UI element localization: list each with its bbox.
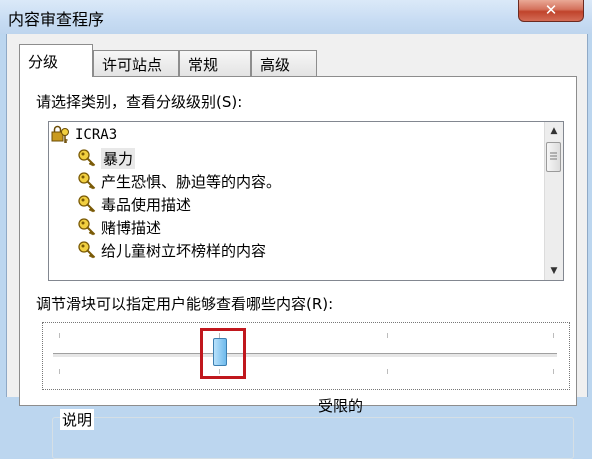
tab-approved-sites[interactable]: 许可站点	[93, 50, 179, 76]
scroll-up-arrow-icon[interactable]: ▲	[545, 122, 563, 140]
tab-advanced[interactable]: 高级	[251, 50, 317, 76]
rating-level-label: 受限的	[318, 397, 364, 415]
list-scrollbar[interactable]: ▲ ▼	[544, 122, 563, 280]
tab-ratings[interactable]: 分级	[19, 44, 93, 77]
window-title: 内容审查程序	[8, 10, 105, 29]
title-bar: 内容审查程序 ✕	[0, 0, 592, 34]
scroll-thumb[interactable]	[546, 142, 561, 172]
list-item-label: 赌博描述	[101, 218, 162, 237]
tab-general[interactable]: 常规	[179, 50, 251, 76]
list-item[interactable]: 毒品使用描述	[77, 193, 191, 215]
ratings-panel: 请选择类别，查看分级级别(S): ICRA3 暴力 产生恐惧、胁迫等的内容。 毒…	[19, 76, 577, 459]
list-item[interactable]: 暴力	[77, 147, 136, 169]
list-item-label: 暴力	[101, 147, 136, 169]
key-icon	[78, 241, 96, 259]
close-button[interactable]: ✕	[518, 0, 584, 22]
key-icon	[78, 172, 96, 190]
highlight-annotation	[200, 328, 246, 379]
list-item-label: 给儿童树立坏榜样的内容	[101, 241, 267, 260]
tree-root-label: ICRA3	[75, 127, 118, 143]
grip-icon	[550, 152, 557, 160]
tab-label: 常规	[188, 56, 219, 74]
category-listbox[interactable]: ICRA3 暴力 产生恐惧、胁迫等的内容。 毒品使用描述 赌博描述 给儿童树立坏…	[48, 121, 564, 281]
description-title: 说明	[60, 409, 95, 430]
slider-tick	[387, 369, 388, 374]
dialog-body: 分级 许可站点 常规 高级 请选择类别，查看分级级别(S): ICRA3 暴力 …	[6, 34, 588, 459]
tree-root-item[interactable]: ICRA3	[51, 124, 117, 146]
list-item-label: 毒品使用描述	[101, 195, 192, 214]
list-item[interactable]: 赌博描述	[77, 216, 161, 238]
rating-slider[interactable]	[42, 322, 570, 390]
category-label: 请选择类别，查看分级级别(S):	[36, 93, 243, 111]
slider-tick	[59, 333, 60, 338]
key-lock-icon	[51, 125, 69, 143]
slider-tick	[553, 333, 554, 338]
key-icon	[78, 195, 96, 213]
list-item[interactable]: 产生恐惧、胁迫等的内容。	[77, 170, 281, 192]
slider-tick	[553, 369, 554, 374]
scroll-down-arrow-icon[interactable]: ▼	[545, 262, 563, 280]
slider-label: 调节滑块可以指定用户能够查看哪些内容(R):	[36, 295, 334, 313]
close-icon: ✕	[544, 1, 558, 19]
tab-label: 许可站点	[102, 56, 163, 74]
slider-track[interactable]	[53, 353, 557, 358]
description-groupbox	[52, 417, 574, 459]
slider-tick	[59, 369, 60, 374]
slider-tick	[387, 333, 388, 338]
list-item[interactable]: 给儿童树立坏榜样的内容	[77, 239, 266, 261]
key-icon	[78, 218, 96, 236]
tab-label: 分级	[28, 53, 59, 71]
key-icon	[78, 149, 96, 167]
tab-label: 高级	[260, 56, 291, 74]
list-item-label: 产生恐惧、胁迫等的内容。	[101, 172, 282, 191]
